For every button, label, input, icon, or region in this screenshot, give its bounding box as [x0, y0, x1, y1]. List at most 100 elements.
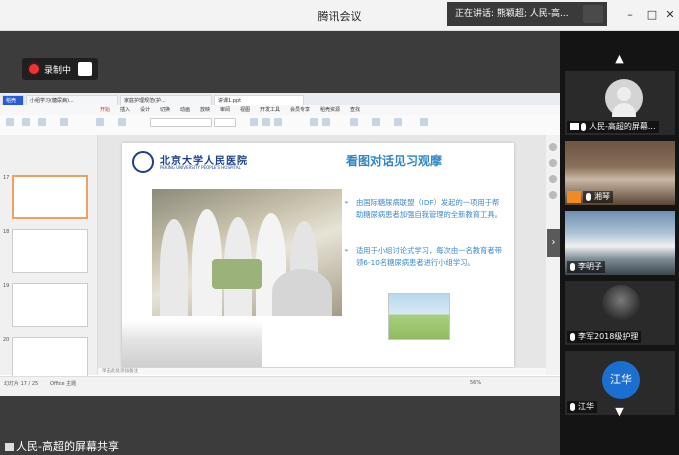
speaking-indicator: 正在讲话: 熊颖超; 人民-高... — [447, 2, 607, 26]
participant-name: 湘琴 — [594, 192, 610, 201]
wps-tab-active[interactable]: 讲课1.ppt — [214, 95, 304, 105]
menu-item[interactable]: 开始 — [100, 106, 110, 113]
font-select[interactable] — [150, 118, 212, 127]
menu-item[interactable]: 会员专享 — [290, 106, 310, 113]
slide-number: 20 — [3, 337, 10, 343]
participant-name-tag: 李军2018级护理 — [567, 331, 642, 343]
tool-icon[interactable] — [549, 191, 557, 199]
align-left-icon[interactable] — [310, 118, 318, 126]
bullet-marker-icon: ➢ — [344, 247, 350, 254]
notes-pane[interactable]: 单击此处添加备注 — [98, 368, 546, 375]
user-avatar: 江华 — [602, 361, 640, 399]
menu-item[interactable]: 查找 — [350, 106, 360, 113]
participant-name: 人民-高超的屏幕... — [589, 122, 656, 131]
participant-name-tag: 人民-高超的屏幕... — [567, 121, 659, 133]
wps-tab-doc[interactable]: 家庭护理规范(护... — [120, 95, 212, 105]
scroll-down-icon[interactable]: ▼ — [560, 405, 679, 418]
tool-icon[interactable] — [549, 159, 557, 167]
participant-sidebar: ▲ 人民-高超的屏幕... 湘琴 李明子 李军2018级护理 江华 江华 ▼ — [560, 31, 679, 455]
shape-icon[interactable] — [372, 118, 380, 126]
slide-thumbnail-panel: 17 18 19 20 — [0, 135, 98, 381]
tool-icon[interactable] — [549, 175, 557, 183]
participant-name: 李明子 — [578, 262, 602, 271]
maximize-icon[interactable]: □ — [645, 8, 659, 22]
expand-panel-button[interactable]: › — [547, 229, 560, 257]
wps-ribbon — [0, 115, 560, 136]
back-arrow-icon[interactable] — [583, 5, 603, 23]
textbox-icon[interactable] — [350, 118, 358, 126]
wps-tab-doc[interactable]: 小组学习(糖尿病)... — [26, 95, 118, 105]
layout-icon[interactable] — [118, 118, 126, 126]
menu-item[interactable]: 插入 — [120, 106, 130, 113]
screen-share-icon — [5, 443, 14, 451]
bold-icon[interactable] — [250, 118, 258, 126]
participant-tile-video[interactable]: 李明子 — [565, 211, 675, 275]
participant-tile[interactable]: 人民-高超的屏幕... — [565, 71, 675, 135]
hospital-building-image — [122, 321, 262, 367]
slide-title: 看图对话见习观摩 — [346, 154, 443, 168]
minimize-icon[interactable]: – — [623, 8, 637, 22]
font-size-select[interactable] — [214, 118, 236, 127]
slide-thumbnail[interactable] — [12, 229, 88, 273]
shared-window: 稻壳 小组学习(糖尿病)... 家庭护理规范(护... 讲课1.ppt 开始 插… — [0, 93, 560, 396]
participant-tile[interactable]: 李军2018级护理 — [565, 281, 675, 345]
find-icon[interactable] — [420, 118, 428, 126]
current-slide[interactable]: 北京大学人民医院 PEKING UNIVERSITY PEOPLE'S HOSP… — [122, 143, 514, 367]
screen-share-text: 人民-高超的屏幕共享 — [16, 440, 119, 453]
mic-icon — [586, 192, 591, 201]
bullet-marker-icon: ➢ — [344, 199, 350, 206]
italic-icon[interactable] — [262, 118, 270, 126]
paste-icon[interactable] — [6, 118, 14, 126]
hospital-name-en: PEKING UNIVERSITY PEOPLE'S HOSPITAL — [160, 165, 241, 170]
scroll-up-icon[interactable]: ▲ — [560, 52, 679, 65]
stop-record-button[interactable] — [78, 62, 92, 76]
slide-thumbnail[interactable] — [12, 175, 88, 219]
title-bar: 腾讯会议 正在讲话: 熊颖超; 人民-高... – □ ✕ — [0, 0, 679, 31]
slide-number: 19 — [3, 283, 10, 289]
theme-name: Office 主题 — [50, 381, 77, 387]
conversation-map-image — [388, 293, 450, 340]
screen-share-icon — [570, 123, 579, 130]
participant-name-tag: 李明子 — [567, 261, 605, 273]
bullet-text: 适用于小组讨论式学习，每次由一名教育者带领6-10名糖尿病患者进行小组学习。 — [356, 246, 502, 267]
zoom-level[interactable]: 56% — [470, 380, 481, 386]
recording-label: 录制中 — [44, 66, 72, 76]
menu-item[interactable]: 开发工具 — [260, 106, 280, 113]
menu-item[interactable]: 稻壳资源 — [320, 106, 340, 113]
slide-number: 17 — [3, 175, 10, 181]
mic-icon — [570, 262, 575, 271]
mic-icon — [570, 332, 575, 341]
screen-share-label: 人民-高超的屏幕共享 — [5, 438, 119, 454]
format-painter-icon[interactable] — [60, 118, 68, 126]
tool-icon[interactable] — [549, 143, 557, 151]
copy-icon[interactable] — [38, 118, 46, 126]
menu-item[interactable]: 审阅 — [220, 106, 230, 113]
participant-name: 李军2018级护理 — [578, 332, 639, 341]
slide-thumbnail[interactable] — [12, 337, 88, 381]
notes-placeholder: 单击此处添加备注 — [102, 369, 138, 374]
record-dot-icon — [29, 64, 39, 74]
cut-icon[interactable] — [22, 118, 30, 126]
mic-icon — [581, 122, 586, 131]
wps-status-bar: 幻灯片 17 / 25 Office 主题 56% — [0, 376, 560, 396]
wps-tab-bar: 稻壳 小组学习(糖尿病)... 家庭护理规范(护... 讲课1.ppt — [0, 93, 560, 105]
align-center-icon[interactable] — [322, 118, 330, 126]
bullet-text: 由国际糖尿病联盟（IDF）发起的一项用于帮助糖尿病患者加强自我管理的全新教育工具… — [356, 198, 502, 219]
new-slide-icon[interactable] — [96, 118, 104, 126]
slide-thumbnail[interactable] — [12, 283, 88, 327]
underline-icon[interactable] — [274, 118, 282, 126]
arrange-icon[interactable] — [394, 118, 402, 126]
wps-tab-home[interactable]: 稻壳 — [2, 95, 24, 105]
speaking-text: 正在讲话: 熊颖超; 人民-高... — [455, 9, 569, 19]
menu-item[interactable]: 放映 — [200, 106, 210, 113]
menu-item[interactable]: 动画 — [180, 106, 190, 113]
group-learning-photo — [152, 189, 342, 316]
close-icon[interactable]: ✕ — [663, 8, 677, 22]
user-avatar — [602, 285, 640, 323]
menu-item[interactable]: 视图 — [240, 106, 250, 113]
menu-item[interactable]: 切换 — [160, 106, 170, 113]
participant-name-tag: 湘琴 — [583, 191, 613, 203]
menu-item[interactable]: 设计 — [140, 106, 150, 113]
slide-editor-canvas: 北京大学人民医院 PEKING UNIVERSITY PEOPLE'S HOSP… — [98, 135, 546, 375]
participant-tile-video[interactable]: 湘琴 — [565, 141, 675, 205]
